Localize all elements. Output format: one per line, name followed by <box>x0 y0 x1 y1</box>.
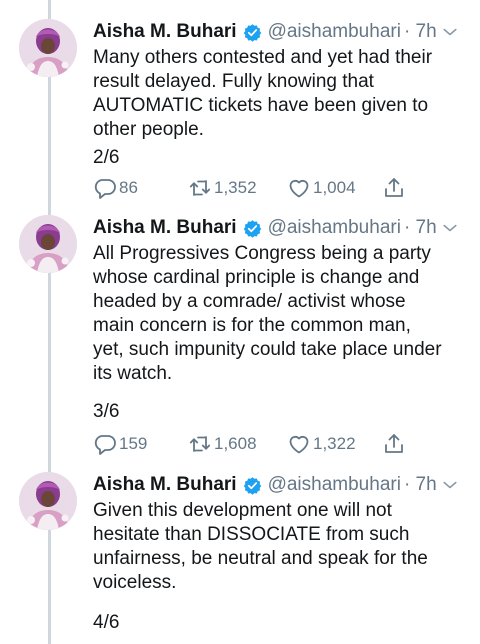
tweet-header: Aisha M. Buhari @aishambuhari · 7h <box>93 215 437 241</box>
tweet-text-line: Given this development one will not <box>93 500 392 521</box>
tweet-text-line: All Progressives Congress being a party <box>93 243 431 264</box>
heart-icon <box>287 432 311 456</box>
thread-count: 2/6 <box>93 147 120 168</box>
tweet-text: Many others contested and yet had their … <box>93 46 473 142</box>
avatar-image <box>19 215 77 273</box>
heart-icon <box>287 176 311 200</box>
tweet-actions: 159 1,608 1,322 <box>93 431 423 457</box>
avatar[interactable] <box>19 215 77 273</box>
tweet-text-line: result delayed. Fully knowing that <box>93 71 374 92</box>
reply-count: 86 <box>119 178 138 197</box>
chevron-down-icon[interactable] <box>440 22 460 42</box>
verified-badge-icon <box>243 476 262 495</box>
tweet-text-line: voiceless. <box>93 572 177 593</box>
reply-count: 159 <box>119 434 148 453</box>
tweet-time[interactable]: · 7h <box>404 21 437 43</box>
thread-count: 4/6 <box>93 612 120 633</box>
author-name[interactable]: Aisha M. Buhari <box>93 21 237 43</box>
tweet-text-line: headed by a comrade/ activist whose <box>93 291 406 312</box>
chevron-down-icon[interactable] <box>440 475 460 495</box>
author-name[interactable]: Aisha M. Buhari <box>93 474 237 496</box>
verified-badge-icon <box>243 23 262 42</box>
share-button[interactable] <box>382 431 406 457</box>
thread-count: 3/6 <box>93 401 120 422</box>
author-name[interactable]: Aisha M. Buhari <box>93 217 237 239</box>
author-handle[interactable]: @aishambuhari <box>268 474 401 496</box>
tweet-text-line: AUTOMATIC tickets have been given to <box>93 95 429 116</box>
tweet-text-line: hesitate than DISSOCIATE from such <box>93 524 410 545</box>
tweet-time[interactable]: · 7h <box>404 474 437 496</box>
tweet-text-line: yet, such impunity could take place unde… <box>93 339 442 360</box>
share-icon <box>382 432 406 456</box>
author-handle[interactable]: @aishambuhari <box>268 21 401 43</box>
tweet-header: Aisha M. Buhari @aishambuhari · 7h <box>93 19 437 45</box>
like-button[interactable]: 1,322 <box>287 431 356 457</box>
retweet-button[interactable]: 1,352 <box>188 175 257 201</box>
reply-button[interactable]: 86 <box>93 175 138 201</box>
retweet-count: 1,608 <box>214 434 257 453</box>
author-handle[interactable]: @aishambuhari <box>268 217 401 239</box>
avatar[interactable] <box>19 472 77 530</box>
tweet-time[interactable]: · 7h <box>404 217 437 239</box>
retweet-count: 1,352 <box>214 178 257 197</box>
chevron-down-icon[interactable] <box>440 218 460 238</box>
verified-badge-icon <box>243 219 262 238</box>
tweet-text-line: main concern is for the common man, <box>93 315 411 336</box>
tweet-text: All Progressives Congress being a party … <box>93 242 473 386</box>
share-button[interactable] <box>382 175 406 201</box>
tweet-text-line: Many others contested and yet had their <box>93 47 433 68</box>
retweet-button[interactable]: 1,608 <box>188 431 257 457</box>
share-icon <box>382 176 406 200</box>
tweet-text-line: its watch. <box>93 363 173 384</box>
like-count: 1,004 <box>313 178 356 197</box>
reply-icon <box>93 432 117 456</box>
tweet-text-line: whose cardinal principle is change and <box>93 267 420 288</box>
tweet-header: Aisha M. Buhari @aishambuhari · 7h <box>93 472 437 498</box>
thread-connector-line <box>48 0 51 644</box>
reply-icon <box>93 176 117 200</box>
tweet-text-line: other people. <box>93 119 204 140</box>
retweet-icon <box>188 176 212 200</box>
avatar-image <box>19 472 77 530</box>
retweet-icon <box>188 432 212 456</box>
tweet-text: Given this development one will not hesi… <box>93 499 473 595</box>
reply-button[interactable]: 159 <box>93 431 147 457</box>
like-button[interactable]: 1,004 <box>287 175 356 201</box>
like-count: 1,322 <box>313 434 356 453</box>
tweet-actions: 86 1,352 1,004 <box>93 175 423 201</box>
avatar-image <box>19 19 77 77</box>
tweet-text-line: unfairness, be neutral and speak for the <box>93 548 428 569</box>
avatar[interactable] <box>19 19 77 77</box>
